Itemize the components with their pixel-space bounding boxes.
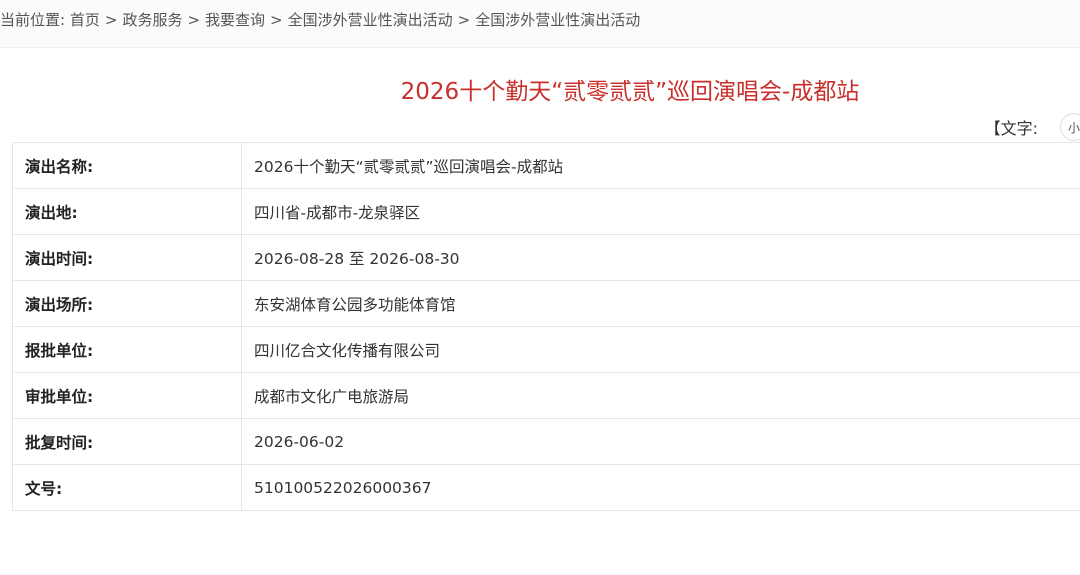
- breadcrumb-current[interactable]: 全国涉外营业性演出活动: [475, 11, 640, 29]
- field-value-location: 四川省-成都市-龙泉驿区: [241, 188, 1080, 235]
- field-value-venue: 东安湖体育公园多功能体育馆: [241, 280, 1080, 327]
- table-row: 文号: 510100522026000367: [12, 464, 1080, 511]
- breadcrumb-home-link[interactable]: 首页: [70, 11, 100, 29]
- field-label-time: 演出时间:: [12, 234, 242, 281]
- font-size-small-button[interactable]: 小: [1060, 113, 1080, 141]
- table-row: 演出地: 四川省-成都市-龙泉驿区: [12, 188, 1080, 235]
- font-size-control: 【文字: 小: [985, 110, 1080, 144]
- breadcrumb-separator: >: [457, 11, 471, 29]
- field-label-location: 演出地:: [12, 188, 242, 235]
- table-row: 演出场所: 东安湖体育公园多功能体育馆: [12, 280, 1080, 327]
- field-value-approval-date: 2026-06-02: [241, 418, 1080, 465]
- table-row: 报批单位: 四川亿合文化传播有限公司: [12, 326, 1080, 373]
- breadcrumb-prefix: 当前位置:: [0, 11, 66, 29]
- field-label-approval-date: 批复时间:: [12, 418, 242, 465]
- table-row: 批复时间: 2026-06-02: [12, 418, 1080, 465]
- breadcrumb-gov-services-link[interactable]: 政务服务: [122, 11, 182, 29]
- breadcrumb-separator: >: [104, 11, 118, 29]
- page: 当前位置: 首页 > 政务服务 > 我要查询 > 全国涉外营业性演出活动 > 全国涉外营业性演出…: [0, 0, 1080, 575]
- breadcrumb-separator: >: [270, 11, 283, 29]
- table-row: 审批单位: 成都市文化广电旅游局: [12, 372, 1080, 419]
- field-label-approver: 审批单位:: [12, 372, 242, 419]
- breadcrumb-separator: >: [187, 11, 201, 29]
- table-row: 演出时间: 2026-08-28 至 2026-08-30: [12, 234, 1080, 281]
- performance-info-table: 演出名称: 2026十个勤天“贰零贰贰”巡回演唱会-成都站 演出地: 四川省-成…: [12, 142, 1080, 511]
- font-size-label: 【文字:: [984, 119, 1038, 138]
- page-title: 2026十个勤天“贰零贰贰”巡回演唱会-成都站: [400, 79, 860, 105]
- field-label-venue: 演出场所:: [12, 280, 242, 327]
- breadcrumb-foreign-performance-link[interactable]: 全国涉外营业性演出活动: [288, 11, 453, 29]
- table-row: 演出名称: 2026十个勤天“贰零贰贰”巡回演唱会-成都站: [12, 142, 1080, 189]
- field-value-approver: 成都市文化广电旅游局: [241, 372, 1080, 419]
- field-value-time: 2026-08-28 至 2026-08-30: [241, 234, 1080, 281]
- field-value-name: 2026十个勤天“贰零贰贰”巡回演唱会-成都站: [241, 142, 1080, 189]
- field-label-name: 演出名称:: [12, 142, 242, 189]
- breadcrumb-query-link[interactable]: 我要查询: [205, 11, 265, 29]
- breadcrumb: 当前位置: 首页 > 政务服务 > 我要查询 > 全国涉外营业性演出活动 > 全国涉外营业性演出…: [0, 9, 640, 31]
- field-value-document-number: 510100522026000367: [241, 464, 1080, 511]
- field-value-applicant: 四川亿合文化传播有限公司: [241, 326, 1080, 373]
- field-label-applicant: 报批单位:: [12, 326, 242, 373]
- field-label-document-number: 文号:: [12, 464, 242, 511]
